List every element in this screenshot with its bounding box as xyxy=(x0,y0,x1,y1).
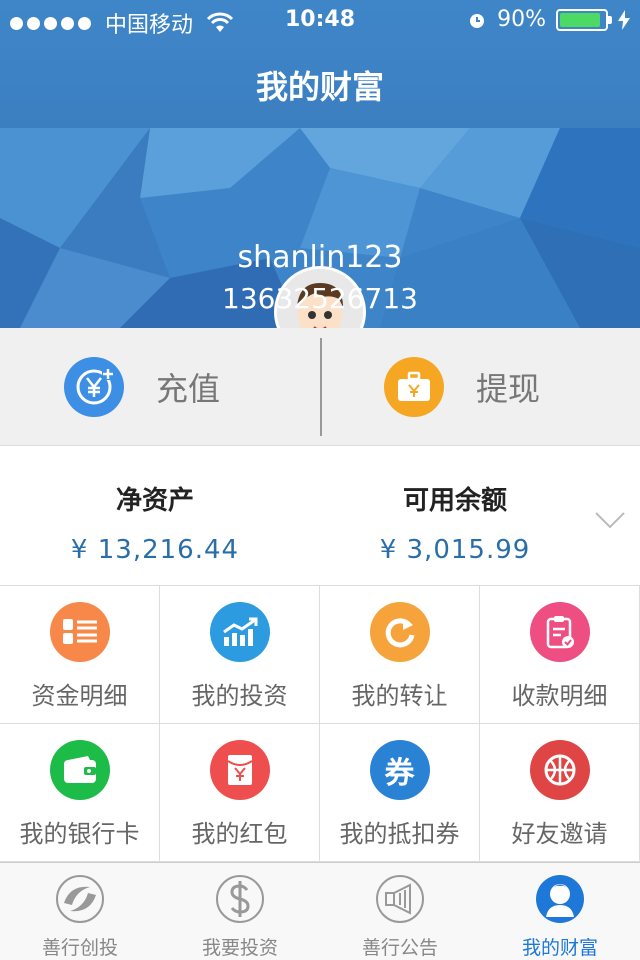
available-balance-value: ¥ 3,015.99 xyxy=(379,535,531,565)
coupon-glyph: 券 xyxy=(384,756,415,791)
yuan-plus-icon xyxy=(64,357,124,417)
header: 中国移动 10:48 90% 我的财富 xyxy=(0,0,640,128)
alarm-icon xyxy=(470,13,485,28)
battery-percent: 90% xyxy=(497,7,546,32)
chevron-down-icon[interactable] xyxy=(594,510,626,530)
net-asset-value: ¥ 13,216.44 xyxy=(70,535,240,565)
grid-label: 我的抵扣券 xyxy=(339,820,460,848)
tab-label: 善行公告 xyxy=(361,937,438,959)
status-bar: 中国移动 10:48 90% xyxy=(0,0,640,40)
coupon-icon: 券 xyxy=(369,740,430,800)
tab-label: 善行创投 xyxy=(41,937,118,959)
charging-bolt-icon xyxy=(618,9,630,30)
grid-label: 我的转让 xyxy=(351,682,448,710)
grid-item-fund-details[interactable]: 资金明细 xyxy=(0,586,160,724)
grid-item-receipt-details[interactable]: 收款明细 xyxy=(480,586,640,724)
tab-label: 我的财富 xyxy=(521,937,598,959)
withdraw-button[interactable]: 提现 xyxy=(320,328,640,446)
grid-item-bank-cards[interactable]: 我的银行卡 xyxy=(0,724,160,862)
recharge-label: 充值 xyxy=(156,370,221,408)
grid-item-my-transfers[interactable]: 我的转让 xyxy=(320,586,480,724)
available-balance: 可用余额 ¥ 3,015.99 xyxy=(310,446,600,565)
wallet-icon xyxy=(49,740,110,800)
tab-announcements[interactable]: 善行公告 xyxy=(320,863,480,960)
grid-label: 好友邀请 xyxy=(511,820,608,848)
grid-item-coupons[interactable]: 券 我的抵扣券 xyxy=(320,724,480,862)
grid-item-my-investments[interactable]: 我的投资 xyxy=(160,586,320,724)
feature-grid: 资金明细 我的投资 我的转让 收款明细 我的银行卡 我的红包 券 我的抵扣券 好… xyxy=(0,586,640,862)
asset-summary: 净资产 ¥ 13,216.44 可用余额 ¥ 3,015.99 xyxy=(0,446,640,586)
action-row: 充值 提现 xyxy=(0,328,640,446)
grid-label: 我的投资 xyxy=(191,682,288,710)
withdraw-label: 提现 xyxy=(476,370,541,408)
tab-shanxing-venture[interactable]: 善行创投 xyxy=(0,863,160,960)
available-balance-title: 可用余额 xyxy=(402,486,507,516)
tab-invest[interactable]: 我要投资 xyxy=(160,863,320,960)
grid-label: 我的红包 xyxy=(191,820,288,848)
net-asset: 净资产 ¥ 13,216.44 xyxy=(10,446,300,565)
grid-item-red-envelopes[interactable]: 我的红包 xyxy=(160,724,320,862)
briefcase-icon xyxy=(384,357,444,417)
net-asset-title: 净资产 xyxy=(115,486,194,516)
phone-number: 13632526713 xyxy=(222,282,418,315)
dollar-icon xyxy=(216,875,264,923)
username: shanlin123 xyxy=(237,240,403,275)
grid-label: 收款明细 xyxy=(511,682,608,710)
grid-label: 我的银行卡 xyxy=(19,820,140,848)
user-icon xyxy=(536,875,584,923)
grid-item-invite-friends[interactable]: 好友邀请 xyxy=(480,724,640,862)
trend-chart-icon xyxy=(209,602,270,662)
megaphone-icon xyxy=(376,875,424,923)
tab-my-wealth[interactable]: 我的财富 xyxy=(480,863,640,960)
red-envelope-icon xyxy=(209,740,270,800)
grid-label: 资金明细 xyxy=(31,682,128,710)
basketball-icon xyxy=(529,740,590,800)
orbit-logo-icon xyxy=(56,875,104,923)
tab-label: 我要投资 xyxy=(201,937,278,959)
tab-bar: 善行创投 我要投资 善行公告 我的财富 xyxy=(0,862,640,960)
battery-icon xyxy=(556,8,612,31)
clipboard-check-icon xyxy=(529,602,590,662)
recharge-button[interactable]: 充值 xyxy=(0,328,320,446)
refresh-icon xyxy=(369,602,430,662)
list-icon xyxy=(49,602,110,662)
page-title: 我的财富 xyxy=(255,68,384,106)
